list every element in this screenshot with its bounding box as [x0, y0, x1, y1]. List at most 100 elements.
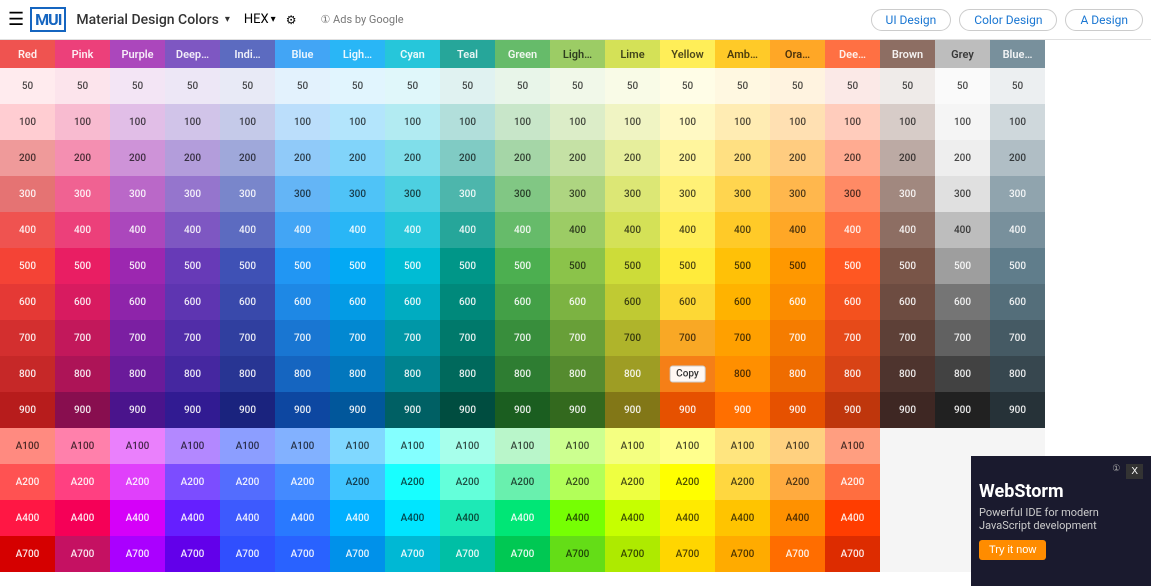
color-cell[interactable]: 700 [770, 320, 825, 356]
color-cell[interactable]: 300 [440, 176, 495, 212]
color-cell[interactable]: 800 [605, 356, 660, 392]
color-cell[interactable]: 300 [495, 176, 550, 212]
color-cell[interactable]: A700 [550, 536, 605, 572]
color-cell[interactable]: 800 [55, 356, 110, 392]
color-cell[interactable]: 100 [55, 104, 110, 140]
color-cell[interactable]: 800 [770, 356, 825, 392]
color-cell[interactable]: A200 [495, 464, 550, 500]
color-cell[interactable]: 200 [880, 140, 935, 176]
color-cell[interactable]: 700 [935, 320, 990, 356]
color-cell[interactable]: A400 [550, 500, 605, 536]
color-cell[interactable]: A100 [220, 428, 275, 464]
color-cell[interactable]: 50 [550, 68, 605, 104]
color-cell[interactable]: 700 [0, 320, 55, 356]
color-cell[interactable]: 200 [495, 140, 550, 176]
color-cell[interactable]: 100 [990, 104, 1045, 140]
color-cell[interactable]: 700 [550, 320, 605, 356]
color-cell[interactable]: 300 [770, 176, 825, 212]
color-cell[interactable]: 400 [110, 212, 165, 248]
color-cell[interactable]: 900 [165, 392, 220, 428]
color-cell[interactable]: A400 [385, 500, 440, 536]
color-cell[interactable]: A700 [165, 536, 220, 572]
color-cell[interactable]: 600 [275, 284, 330, 320]
color-cell[interactable]: 100 [715, 104, 770, 140]
color-cell[interactable]: 50 [165, 68, 220, 104]
color-cell[interactable]: Copy [660, 356, 715, 392]
color-cell[interactable]: 600 [990, 284, 1045, 320]
color-cell[interactable]: 700 [55, 320, 110, 356]
color-cell[interactable]: 300 [715, 176, 770, 212]
color-cell[interactable]: A200 [0, 464, 55, 500]
color-cell[interactable]: 700 [495, 320, 550, 356]
color-cell[interactable]: A700 [385, 536, 440, 572]
color-cell[interactable]: 300 [0, 176, 55, 212]
color-cell[interactable]: 900 [385, 392, 440, 428]
color-cell[interactable]: 50 [275, 68, 330, 104]
color-cell[interactable]: 900 [275, 392, 330, 428]
color-cell[interactable]: A400 [770, 500, 825, 536]
color-cell[interactable]: A700 [660, 536, 715, 572]
color-cell[interactable]: 600 [770, 284, 825, 320]
color-cell[interactable]: A100 [660, 428, 715, 464]
color-cell[interactable]: 900 [825, 392, 880, 428]
color-cell[interactable]: 200 [605, 140, 660, 176]
color-cell[interactable]: 900 [440, 392, 495, 428]
color-cell[interactable]: 900 [55, 392, 110, 428]
color-cell[interactable]: A400 [275, 500, 330, 536]
color-cell[interactable] [880, 464, 935, 500]
color-cell[interactable]: 500 [55, 248, 110, 284]
color-cell[interactable]: 900 [990, 392, 1045, 428]
nav-link-a-design[interactable]: A Design [1065, 9, 1143, 31]
color-cell[interactable]: A400 [715, 500, 770, 536]
color-cell[interactable]: 700 [605, 320, 660, 356]
color-cell[interactable]: 400 [495, 212, 550, 248]
color-cell[interactable]: A100 [385, 428, 440, 464]
color-cell[interactable]: A200 [550, 464, 605, 500]
color-cell[interactable]: 100 [935, 104, 990, 140]
color-cell[interactable]: 50 [660, 68, 715, 104]
color-cell[interactable]: 800 [990, 356, 1045, 392]
color-cell[interactable]: 600 [110, 284, 165, 320]
color-cell[interactable]: 50 [605, 68, 660, 104]
color-cell[interactable]: A200 [275, 464, 330, 500]
color-cell[interactable]: 200 [550, 140, 605, 176]
color-cell[interactable]: 200 [0, 140, 55, 176]
color-cell[interactable]: 300 [990, 176, 1045, 212]
color-cell[interactable]: A400 [825, 500, 880, 536]
color-cell[interactable]: A700 [605, 536, 660, 572]
color-cell[interactable]: 600 [715, 284, 770, 320]
color-cell[interactable]: 600 [935, 284, 990, 320]
color-cell[interactable]: 100 [110, 104, 165, 140]
color-cell[interactable]: A200 [715, 464, 770, 500]
color-cell[interactable]: 500 [715, 248, 770, 284]
color-cell[interactable]: 300 [55, 176, 110, 212]
color-cell[interactable]: 400 [935, 212, 990, 248]
color-cell[interactable]: 600 [495, 284, 550, 320]
color-cell[interactable]: A400 [0, 500, 55, 536]
color-cell[interactable]: 800 [220, 356, 275, 392]
color-cell[interactable]: 700 [715, 320, 770, 356]
color-cell[interactable]: 400 [385, 212, 440, 248]
color-cell[interactable]: A100 [330, 428, 385, 464]
color-cell[interactable]: 300 [935, 176, 990, 212]
color-cell[interactable]: 100 [165, 104, 220, 140]
settings-icon[interactable]: ⚙ [286, 13, 297, 27]
color-cell[interactable]: 400 [220, 212, 275, 248]
color-cell[interactable]: 700 [220, 320, 275, 356]
color-cell[interactable]: 50 [385, 68, 440, 104]
color-cell[interactable]: 500 [495, 248, 550, 284]
color-cell[interactable]: 100 [330, 104, 385, 140]
color-cell[interactable]: A700 [825, 536, 880, 572]
color-cell[interactable]: 50 [495, 68, 550, 104]
color-cell[interactable]: 50 [825, 68, 880, 104]
color-cell[interactable]: 200 [220, 140, 275, 176]
color-cell[interactable]: 400 [550, 212, 605, 248]
color-cell[interactable]: A200 [220, 464, 275, 500]
color-cell[interactable]: 100 [495, 104, 550, 140]
color-cell[interactable]: 400 [990, 212, 1045, 248]
color-cell[interactable]: 400 [440, 212, 495, 248]
color-cell[interactable]: 500 [165, 248, 220, 284]
color-cell[interactable] [880, 500, 935, 536]
color-cell[interactable]: 100 [0, 104, 55, 140]
color-cell[interactable]: A700 [275, 536, 330, 572]
